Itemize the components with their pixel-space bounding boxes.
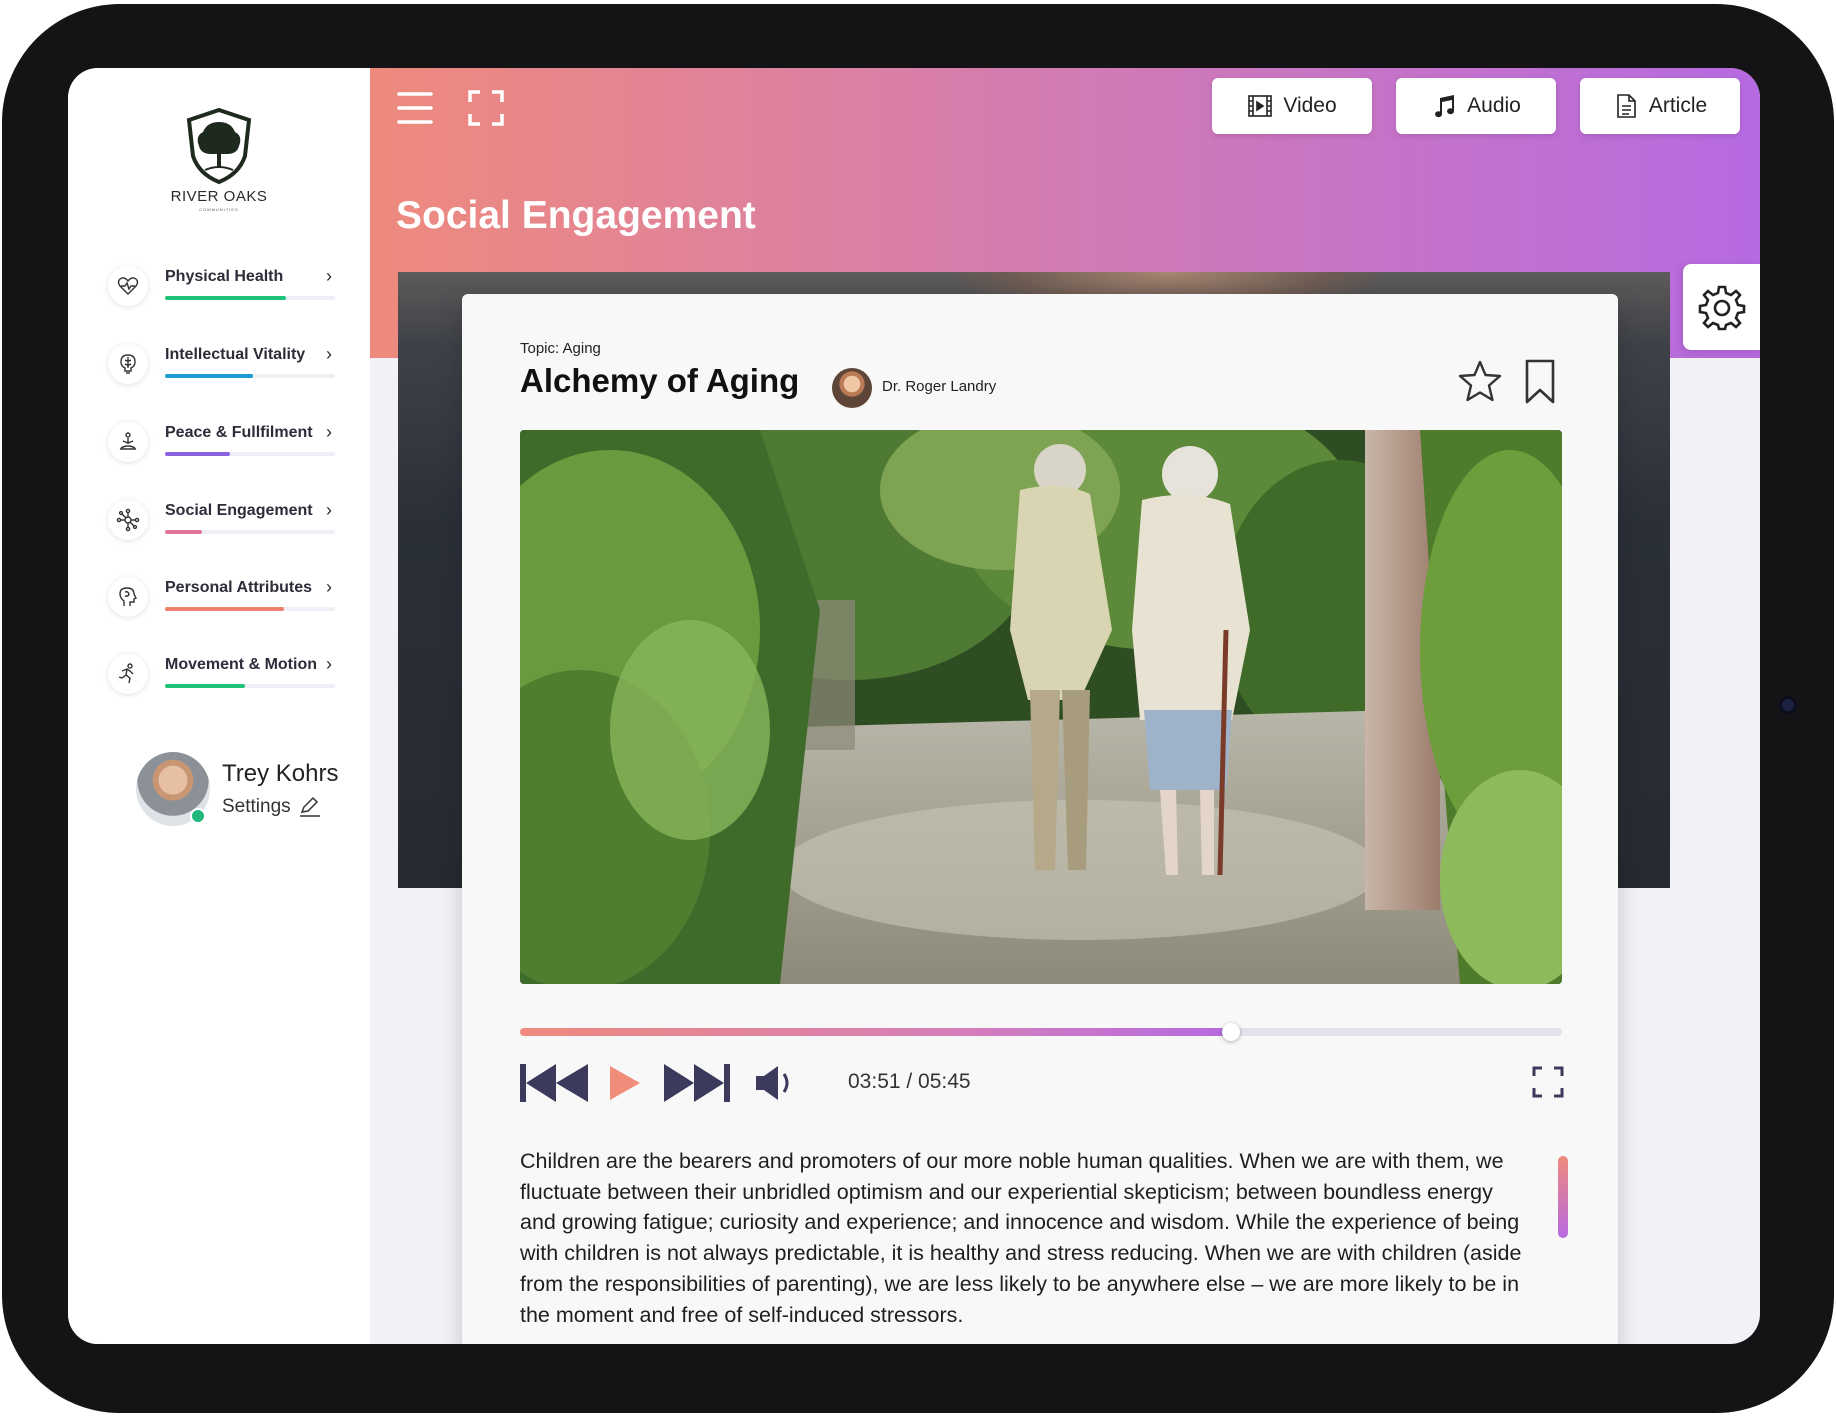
app-screen: RIVER OAKS COMMUNITIES Physical Health ›… [68,68,1760,1344]
camera-dot [1779,696,1797,714]
sidebar-item-social-engagement[interactable]: Social Engagement › [108,494,338,554]
chevron-right-icon: › [326,654,332,674]
video-progress-thumb[interactable] [1221,1023,1240,1041]
sidebar-item-label: Physical Health [165,268,284,285]
progress-track [165,684,335,688]
chevron-right-icon: › [326,422,332,442]
sidebar-item-label: Peace & Fullfilment [165,424,313,441]
brand-logo: RIVER OAKS COMMUNITIES [68,106,370,212]
topic-label: Topic: Aging [520,340,601,357]
chevron-right-icon: › [326,266,332,286]
article-body: Children are the bearers and promoters o… [520,1149,1522,1327]
sidebar-item-intellectual-vitality[interactable]: Intellectual Vitality › [108,338,338,398]
head-profile-icon [108,577,148,617]
audio-mode-button[interactable]: Audio [1396,78,1556,134]
skip-forward-icon[interactable] [662,1062,732,1104]
video-fullscreen-icon[interactable] [1532,1066,1564,1098]
play-icon[interactable] [608,1064,642,1102]
progress-track [165,296,335,300]
network-icon [108,500,148,540]
video-progress-bar[interactable] [520,1023,1562,1041]
progress-fill [165,296,286,300]
progress-fill [165,607,284,611]
sidebar-item-personal-attributes[interactable]: Personal Attributes › [108,571,338,631]
progress-track [165,607,335,611]
brain-bulb-icon [108,344,148,384]
chevron-right-icon: › [326,344,332,364]
video-mode-label: Video [1283,94,1337,117]
video-mode-button[interactable]: Video [1212,78,1372,134]
progress-track [165,374,335,378]
sidebar: RIVER OAKS COMMUNITIES Physical Health ›… [68,68,370,1344]
sidebar-item-label: Personal Attributes [165,579,312,596]
progress-fill [165,530,203,534]
heart-pulse-icon [108,266,148,306]
text-scrollbar[interactable] [1558,1156,1568,1238]
tablet-frame: RIVER OAKS COMMUNITIES Physical Health ›… [2,4,1834,1413]
skip-back-icon[interactable] [520,1062,590,1104]
article-title: Alchemy of Aging [520,362,800,399]
progress-track [165,530,335,534]
author-name[interactable]: Dr. Roger Landry [882,378,996,395]
audio-mode-label: Audio [1467,94,1521,117]
chevron-right-icon: › [326,577,332,597]
video-thumbnail-image[interactable] [520,430,1562,984]
sidebar-item-label: Movement & Motion [165,656,317,673]
online-status-dot [190,808,206,824]
article-mode-label: Article [1648,94,1708,117]
hamburger-menu-icon[interactable] [396,90,434,126]
music-note-icon [1435,95,1455,118]
user-profile: Trey Kohrs Settings [136,752,356,842]
progress-track [165,452,335,456]
progress-fill [165,452,230,456]
progress-fill [165,374,254,378]
volume-icon[interactable] [754,1064,796,1102]
settings-button[interactable] [1683,264,1760,350]
film-icon [1248,95,1273,117]
sidebar-item-physical-health[interactable]: Physical Health › [108,260,338,320]
brand-name: RIVER OAKS [170,188,268,205]
brand-tagline: COMMUNITIES [199,207,239,212]
bookmark-icon[interactable] [1522,358,1558,406]
sidebar-item-movement-motion[interactable]: Movement & Motion › [108,648,338,708]
sidebar-item-label: Social Engagement [165,502,313,519]
fullscreen-toggle-icon[interactable] [468,90,504,126]
progress-fill [165,684,245,688]
user-name: Trey Kohrs [222,760,339,787]
document-icon [1617,94,1636,118]
playback-time: 03:51 / 05:45 [848,1070,971,1093]
sidebar-item-peace-fulfillment[interactable]: Peace & Fullfilment › [108,416,338,476]
page-title: Social Engagement [396,194,756,237]
settings-link[interactable]: Settings [222,796,291,818]
sidebar-item-label: Intellectual Vitality [165,346,306,363]
video-progress-fill [520,1028,1231,1036]
pencil-icon[interactable] [298,794,322,818]
chevron-right-icon: › [326,500,332,520]
gear-icon [1698,285,1745,331]
favorite-star-icon[interactable] [1456,358,1504,406]
oak-shield-icon [186,107,252,185]
lotus-icon [108,422,148,462]
running-person-icon [108,654,148,694]
content-card: Topic: Aging Alchemy of Aging Dr. Roger … [462,294,1618,1344]
header-underlay [370,358,398,718]
article-mode-button[interactable]: Article [1580,78,1740,134]
author-avatar[interactable] [832,368,872,408]
